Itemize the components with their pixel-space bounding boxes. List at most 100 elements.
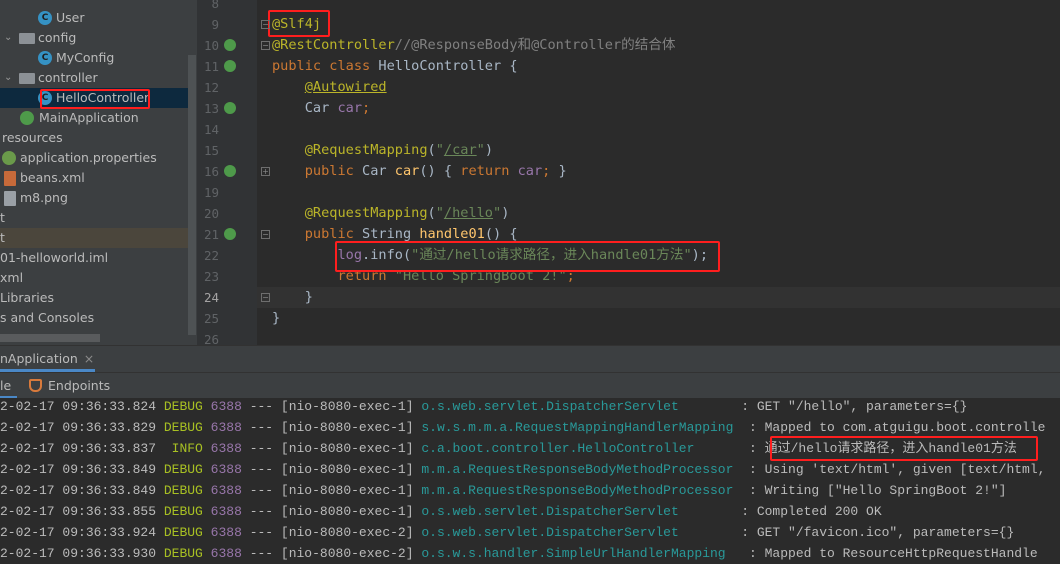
tree-item[interactable]: xml (0, 268, 188, 288)
class-icon: C (38, 51, 52, 65)
fold-marker-icon[interactable]: − (261, 230, 270, 239)
chevron-down-icon[interactable]: ⌄ (4, 68, 12, 88)
chevron-down-icon[interactable]: ⌄ (4, 28, 12, 48)
log-thread: [nio-8080-exec-1] (280, 462, 414, 477)
tree-item-label: config (38, 30, 77, 45)
log-pid: 6388 (210, 525, 242, 540)
line-number: 22 (203, 248, 219, 263)
endpoint-icon[interactable] (224, 165, 236, 177)
line-number: 16 (203, 164, 219, 179)
log-timestamp: 2-02-17 09:36:33.829 (0, 420, 157, 435)
endpoints-tab[interactable]: Endpoints (48, 378, 110, 393)
log-line: 2-02-17 09:36:33.849 DEBUG 6388 --- [nio… (0, 483, 1007, 498)
spring-bean-icon[interactable] (224, 39, 236, 51)
tree-item[interactable]: application.properties (0, 148, 188, 168)
code-token: ; (362, 100, 371, 116)
highlight-tree-hellocontroller (40, 89, 150, 109)
log-line: 2-02-17 09:36:33.824 DEBUG 6388 --- [nio… (0, 399, 968, 414)
tree-item-label: m8.png (20, 190, 68, 205)
code-token: ( (427, 205, 436, 221)
line-number: 12 (203, 80, 219, 95)
log-level: DEBUG (163, 462, 203, 477)
log-logger: o.s.web.servlet.DispatcherServlet (421, 525, 734, 540)
log-logger: c.a.boot.controller.HelloController (421, 441, 742, 456)
console-tab[interactable]: le (0, 378, 11, 393)
tree-item[interactable]: MainApplication (0, 108, 188, 128)
close-icon[interactable]: × (84, 351, 94, 366)
code-line: @RequestMapping("/hello") (272, 203, 510, 224)
fold-marker-icon[interactable]: − (261, 293, 270, 302)
code-token: HelloController { (378, 58, 518, 74)
run-tab[interactable]: nApplication × (0, 346, 95, 372)
tree-item[interactable]: t (0, 228, 188, 248)
image-file-icon (4, 191, 16, 206)
line-number: 9 (211, 17, 219, 32)
log-level: DEBUG (163, 504, 203, 519)
log-thread: [nio-8080-exec-2] (280, 525, 414, 540)
log-pid: 6388 (210, 399, 242, 414)
log-thread: [nio-8080-exec-1] (280, 483, 414, 498)
code-token: return (460, 163, 518, 179)
highlight-log-info (335, 241, 720, 272)
code-token: } (550, 163, 567, 179)
vertical-scrollbar[interactable] (188, 55, 196, 335)
tree-item[interactable]: beans.xml (0, 168, 188, 188)
folder-icon (19, 73, 35, 84)
line-number: 24 (203, 290, 219, 305)
fold-marker-icon[interactable]: − (261, 20, 270, 29)
log-level: DEBUG (163, 483, 203, 498)
log-message: GET "/favicon.ico", parameters={} (756, 525, 1015, 540)
tree-item[interactable]: Libraries (0, 288, 188, 308)
code-token: " (435, 205, 444, 221)
console-output[interactable]: 2-02-17 09:36:33.824 DEBUG 6388 --- [nio… (0, 398, 1060, 561)
line-number: 20 (203, 206, 219, 221)
tree-item[interactable]: C MyConfig (0, 48, 188, 68)
code-token: public (304, 163, 363, 179)
code-token: " (493, 205, 502, 221)
log-line: 2-02-17 09:36:33.930 DEBUG 6388 --- [nio… (0, 546, 1038, 561)
log-level: DEBUG (163, 399, 203, 414)
fold-marker-icon[interactable]: − (261, 41, 270, 50)
log-timestamp: 2-02-17 09:36:33.924 (0, 525, 157, 540)
log-pid: 6388 (210, 546, 242, 561)
tree-item[interactable]: m8.png (0, 188, 188, 208)
code-line: @Autowired (272, 77, 387, 98)
tree-item[interactable]: 01-helloworld.iml (0, 248, 188, 268)
log-timestamp: 2-02-17 09:36:33.849 (0, 483, 157, 498)
tree-item[interactable]: C User (0, 8, 188, 28)
tree-item[interactable]: s and Consoles (0, 308, 188, 328)
code-token: /car (443, 142, 477, 158)
tree-item[interactable]: ⌄ controller (0, 68, 188, 88)
tree-item-label: xml (0, 270, 24, 285)
spring-bean-icon[interactable] (224, 60, 236, 72)
tree-item-label: t (0, 210, 5, 225)
log-message: GET "/hello", parameters={} (756, 399, 968, 414)
tree-item-label: s and Consoles (0, 310, 95, 325)
code-line: @RequestMapping("/car") (272, 140, 493, 161)
run-tool-tabs: nApplication × (0, 345, 1060, 372)
code-token: ) (484, 142, 494, 158)
log-level: DEBUG (163, 420, 203, 435)
log-thread: [nio-8080-exec-1] (280, 420, 414, 435)
tree-item[interactable]: resources (0, 128, 188, 148)
line-number: 11 (203, 59, 219, 74)
code-token: @RestController (272, 37, 395, 53)
log-line: 2-02-17 09:36:33.855 DEBUG 6388 --- [nio… (0, 504, 882, 519)
autowired-icon[interactable] (224, 102, 236, 114)
fold-marker-icon[interactable]: + (261, 167, 270, 176)
horizontal-scrollbar[interactable] (0, 334, 100, 342)
log-pid: 6388 (210, 420, 242, 435)
tree-item-label: User (56, 10, 85, 25)
log-timestamp: 2-02-17 09:36:33.849 (0, 462, 157, 477)
tree-item[interactable]: t (0, 208, 188, 228)
log-thread: [nio-8080-exec-1] (280, 399, 414, 414)
endpoint-icon[interactable] (224, 228, 236, 240)
code-token: car (394, 163, 420, 179)
tree-item[interactable]: ⌄ config (0, 28, 188, 48)
class-icon: C (38, 11, 52, 25)
